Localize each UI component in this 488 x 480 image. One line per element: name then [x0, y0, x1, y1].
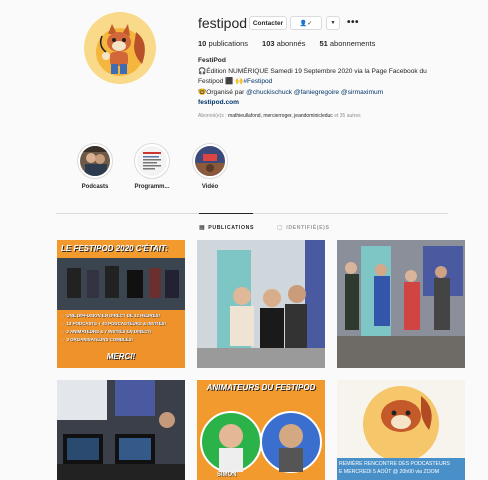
post-thumbnail[interactable]	[57, 380, 185, 480]
tagged-icon: ▢	[277, 225, 284, 231]
bio-line: 🎧Édition NUMÉRIQUE Samedi 19 Septembre 2…	[198, 67, 427, 75]
highlight-video[interactable]: Vidéo	[190, 143, 230, 190]
profile-header: festipod Contacter 👤✓ ▼ ••• 10 publicati…	[0, 0, 488, 130]
tab-tagged[interactable]: ▢ IDENTIFIÉ(E)S	[277, 224, 330, 232]
hashtag-link[interactable]: #Festipod	[243, 78, 272, 85]
highlight-label: Vidéo	[201, 184, 219, 190]
post-title: LE FESTIPOD 2020 C'ÉTAIT:	[61, 244, 168, 253]
post-footer: MERCI!	[106, 352, 136, 361]
more-icon[interactable]: •••	[347, 17, 359, 28]
suggestions-dropdown-button[interactable]: ▼	[326, 16, 340, 30]
tab-publications[interactable]: ▦ PUBLICATIONS	[199, 224, 254, 232]
highlight-label: Programm...	[134, 184, 170, 190]
publications-stat[interactable]: 10 publications	[198, 39, 248, 48]
mention-links[interactable]: @chuckischuck @faniegregoire @sirmaximum	[246, 89, 383, 96]
highlight-label: Podcasts	[81, 184, 109, 190]
post-thumbnail[interactable]: REMIÈRE RENCONTRE DES PODCASTEURS E MERC…	[337, 380, 465, 480]
person-check-icon: 👤✓	[299, 20, 313, 27]
profile-full-name: FestiPod	[198, 57, 226, 64]
followed-by[interactable]: Abonné(e)s : mathieullafond, mercierroge…	[198, 113, 361, 119]
chevron-down-icon: ▼	[330, 20, 336, 26]
website-link[interactable]: festipod.com	[198, 98, 458, 109]
profile-stats: 10 publications 103 abonnés 51 abonnemen…	[198, 39, 375, 48]
highlight-podcasts[interactable]: Podcasts	[75, 143, 115, 190]
post-thumbnail[interactable]: ANIMATEURS DU FESTIPOD SIMON	[197, 380, 325, 480]
post-thumbnail[interactable]	[337, 240, 465, 368]
highlight-programme[interactable]: Programm...	[132, 143, 172, 190]
bio-line: Festipod ⬛ 🙌#Festipod	[198, 78, 273, 86]
following-button[interactable]: 👤✓	[290, 16, 322, 30]
post-caption-name: SIMON	[217, 472, 237, 478]
profile-avatar[interactable]	[84, 12, 156, 84]
post-lines: → UNE DIFFUSION EN DIRECT DE 12 HEURES! …	[61, 313, 167, 342]
following-stat[interactable]: 51 abonnements	[319, 39, 375, 48]
profile-bio: FestiPod 🎧Édition NUMÉRIQUE Samedi 19 Se…	[198, 56, 458, 109]
post-title: ANIMATEURS DU FESTIPOD	[206, 383, 316, 392]
contact-button[interactable]: Contacter	[249, 16, 287, 30]
username: festipod	[198, 15, 248, 31]
post-thumbnail[interactable]	[197, 240, 325, 368]
post-banner: REMIÈRE RENCONTRE DES PODCASTEURS E MERC…	[339, 461, 450, 475]
grid-icon: ▦	[199, 225, 206, 231]
active-tab-indicator	[199, 213, 253, 214]
followers-stat[interactable]: 103 abonnés	[262, 39, 305, 48]
post-thumbnail[interactable]: LE FESTIPOD 2020 C'ÉTAIT: → UNE DIFFUSIO…	[57, 240, 185, 368]
bio-line: 🤓Organisé par @chuckischuck @faniegregoi…	[198, 88, 384, 96]
